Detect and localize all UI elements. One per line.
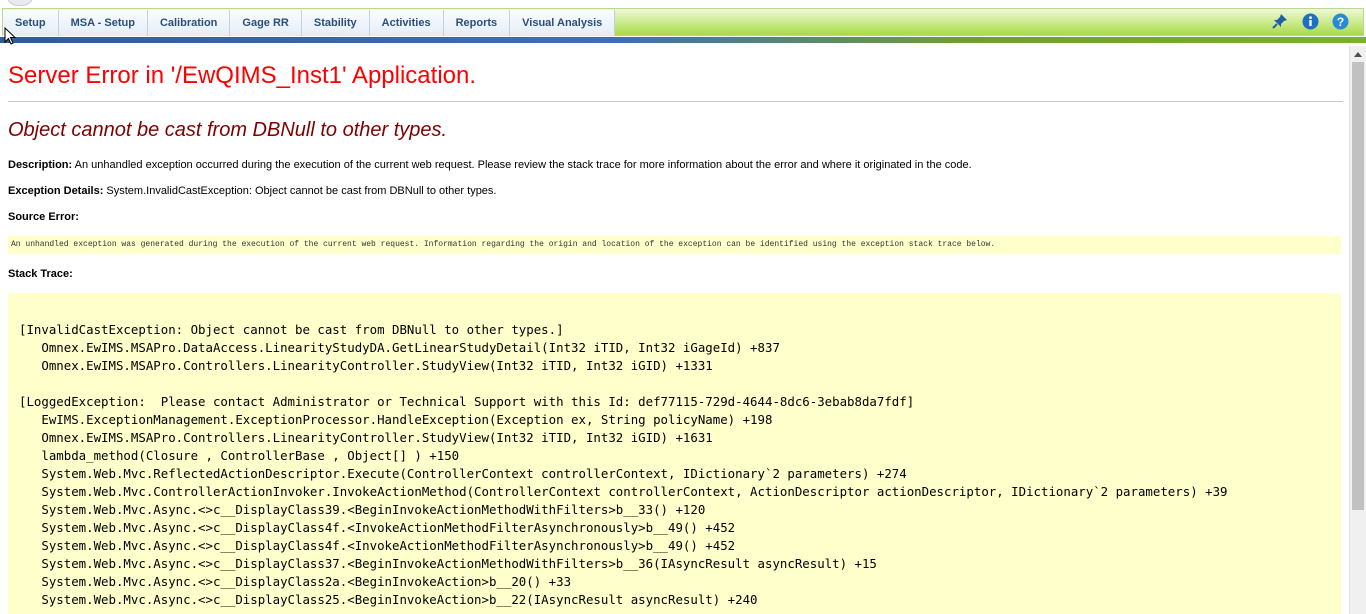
stack-trace-line: [LoggedException: Please contact Adminis… (19, 394, 915, 409)
exception-details-text: System.InvalidCastException: Object cann… (103, 185, 497, 197)
stack-trace-line: lambda_method(Closure , ControllerBase ,… (19, 448, 460, 463)
description-label: Description: (8, 159, 73, 171)
help-icon[interactable]: ? (1331, 12, 1349, 30)
error-page: Server Error in '/EwQIMS_Inst1' Applicat… (0, 46, 1349, 614)
stack-trace-line: System.Web.Mvc.Async.<>c__DisplayClass25… (19, 592, 758, 607)
tab-stability[interactable]: Stability (301, 10, 370, 36)
stack-trace-line: System.Web.Mvc.Async.<>c__DisplayClass4f… (19, 520, 736, 535)
tab-visual-analysis[interactable]: Visual Analysis (510, 10, 616, 36)
stack-trace-line: System.Web.Mvc.Async.<>c__DisplayClass2a… (19, 574, 572, 589)
stack-trace-line: System.Web.Mvc.ControllerActionInvoker.I… (19, 484, 1228, 499)
stack-trace-label: Stack Trace: (8, 268, 73, 280)
error-message: Object cannot be cast from DBNull to oth… (8, 119, 448, 141)
stack-trace-line: System.Web.Mvc.Async.<>c__DisplayClass37… (19, 556, 877, 571)
source-error-label: Source Error: (8, 211, 79, 223)
app-logo[interactable] (6, 0, 34, 6)
stack-trace-line: System.Web.Mvc.Async.<>c__DisplayClass4f… (19, 538, 736, 553)
scrollbar-thumb[interactable] (1352, 62, 1364, 510)
page-title: Server Error in '/EwQIMS_Inst1' Applicat… (8, 62, 477, 89)
info-icon[interactable] (1301, 12, 1319, 30)
scroll-up-arrow-icon[interactable] (1350, 46, 1366, 62)
pin-icon[interactable] (1271, 12, 1289, 30)
stack-trace-line: Omnex.EwIMS.MSAPro.DataAccess.LinearityS… (19, 340, 780, 355)
toolbar-icons: ? (1271, 12, 1349, 30)
header-stripe (0, 37, 1366, 43)
divider (8, 101, 1343, 102)
stack-trace-heading: Stack Trace: (8, 268, 73, 280)
source-error-box: An unhandled exception was generated dur… (8, 236, 1341, 254)
tab-msa-setup[interactable]: MSA - Setup (58, 10, 148, 36)
menu-tabs: Setup MSA - Setup Calibration Gage RR St… (3, 9, 616, 37)
stack-trace-box: [InvalidCastException: Object cannot be … (8, 293, 1341, 614)
stack-trace-line (19, 375, 1341, 393)
tab-reports[interactable]: Reports (443, 10, 511, 36)
menu-bar: Setup MSA - Setup Calibration Gage RR St… (2, 8, 1364, 36)
stack-trace-line: [InvalidCastException: Object cannot be … (19, 322, 564, 337)
top-navigation: Setup MSA - Setup Calibration Gage RR St… (0, 0, 1366, 46)
stack-trace-line: System.Web.Mvc.ReflectedActionDescriptor… (19, 466, 907, 481)
vertical-scrollbar[interactable] (1349, 46, 1366, 614)
stack-trace-line: System.Web.Mvc.Async.<>c__DisplayClass39… (19, 502, 706, 517)
description-text: An unhandled exception occurred during t… (72, 159, 972, 171)
tab-gage-rr[interactable]: Gage RR (230, 10, 302, 36)
svg-text:?: ? (1336, 15, 1343, 29)
source-error-heading: Source Error: (8, 211, 79, 223)
stack-trace-line: EwIMS.ExceptionManagement.ExceptionProce… (19, 412, 773, 427)
tab-activities[interactable]: Activities (369, 10, 444, 36)
exception-details-row: Exception Details: System.InvalidCastExc… (8, 185, 496, 197)
tab-calibration[interactable]: Calibration (147, 10, 231, 36)
description-row: Description: An unhandled exception occu… (8, 159, 972, 171)
stack-trace-line: Omnex.EwIMS.MSAPro.Controllers.Linearity… (19, 430, 713, 445)
exception-details-label: Exception Details: (8, 185, 104, 197)
stack-trace-line: Omnex.EwIMS.MSAPro.Controllers.Linearity… (19, 358, 713, 373)
